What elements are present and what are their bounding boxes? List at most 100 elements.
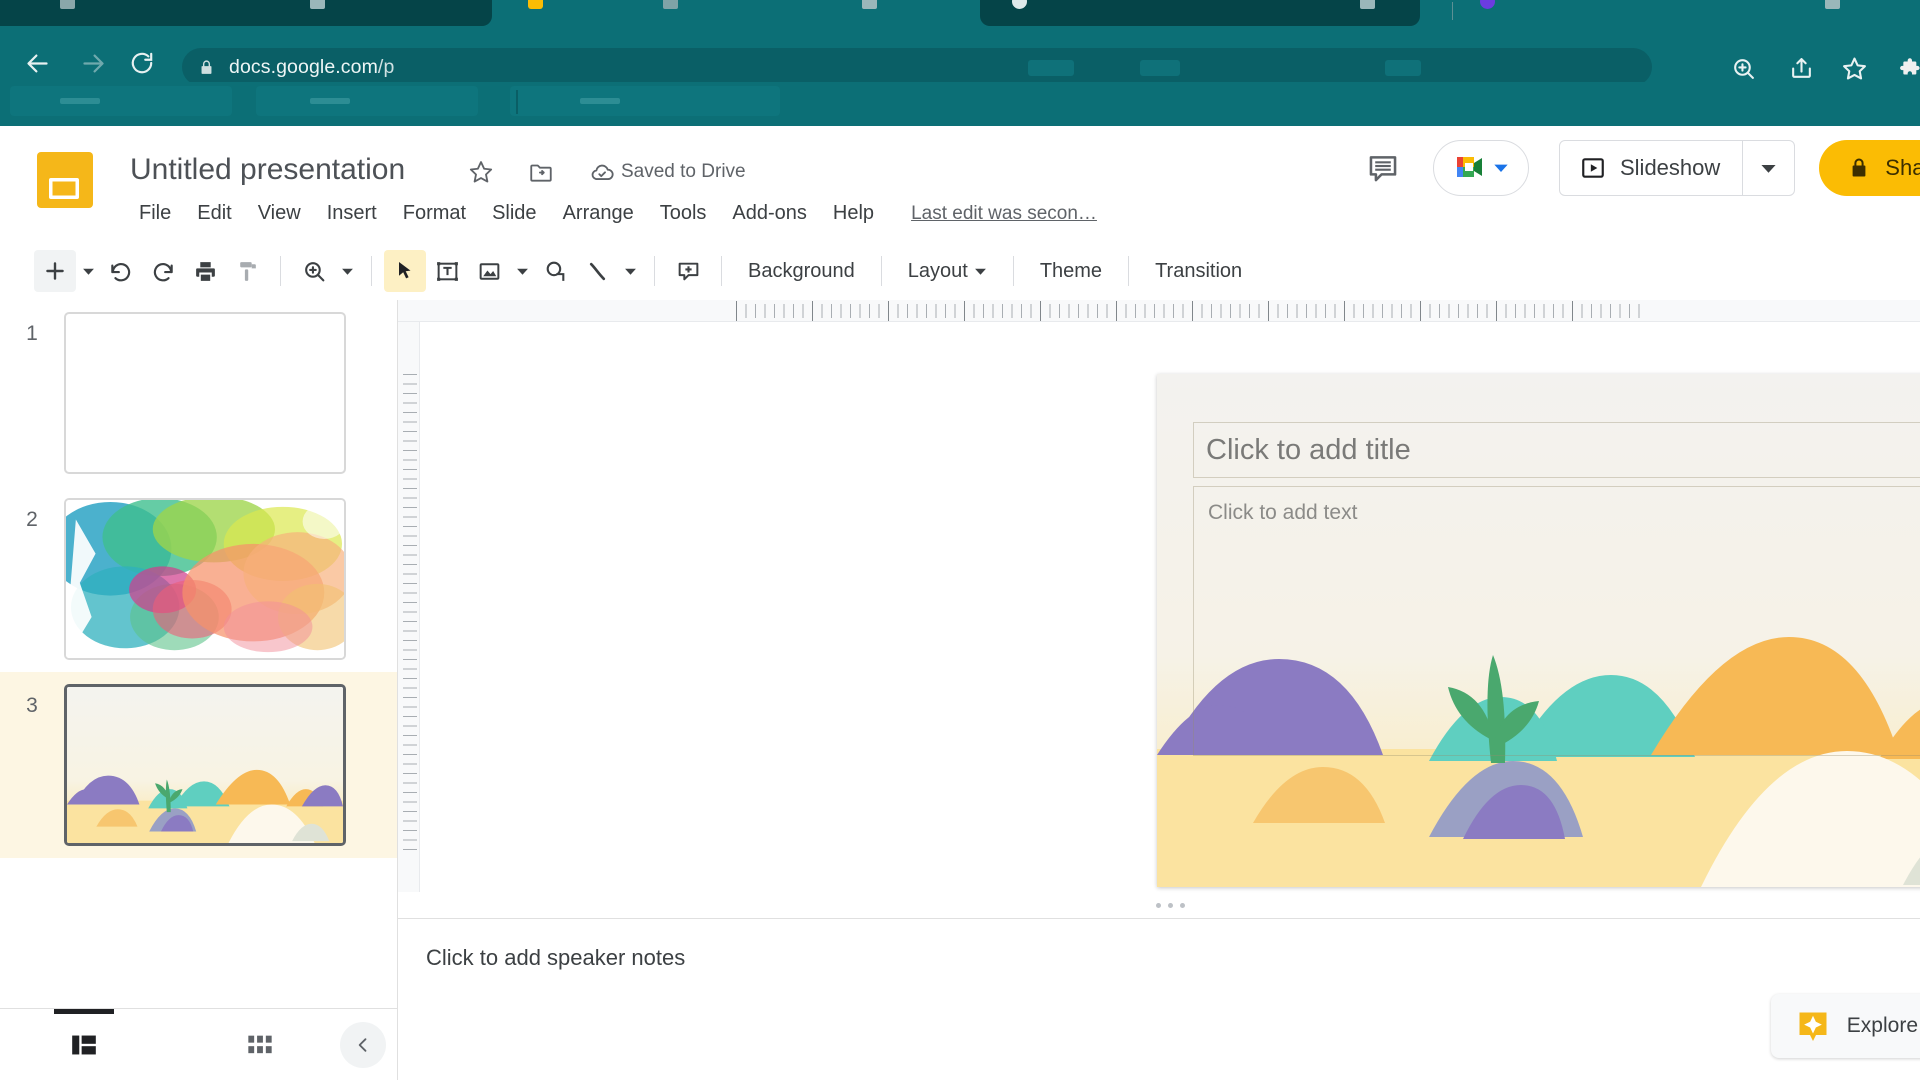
image-icon bbox=[479, 262, 499, 280]
active-slide-canvas[interactable]: Click to add title Click to add text bbox=[1157, 374, 1920, 887]
page-zoom-button[interactable] bbox=[1727, 52, 1759, 84]
paint-format-button[interactable] bbox=[226, 250, 268, 292]
add-comment-button[interactable] bbox=[667, 250, 709, 292]
line-button[interactable] bbox=[576, 250, 618, 292]
new-slide-button[interactable] bbox=[34, 250, 76, 292]
share-button[interactable]: Share bbox=[1819, 140, 1920, 196]
menu-slide[interactable]: Slide bbox=[479, 198, 549, 229]
filmstrip-slide-2[interactable]: 2 bbox=[0, 486, 397, 672]
new-slide-dropdown-button[interactable] bbox=[76, 250, 100, 292]
last-edit-link[interactable]: Last edit was secon… bbox=[911, 203, 1097, 225]
back-button[interactable] bbox=[22, 48, 52, 78]
print-button[interactable] bbox=[184, 250, 226, 292]
undo-button[interactable] bbox=[100, 250, 142, 292]
slide-thumbnail[interactable] bbox=[64, 312, 346, 474]
grid-view-button[interactable] bbox=[230, 1022, 290, 1068]
slide-number: 1 bbox=[26, 322, 38, 345]
filmstrip-slide-3[interactable]: 3 bbox=[0, 672, 397, 858]
shape-icon bbox=[546, 261, 564, 281]
redo-button[interactable] bbox=[142, 250, 184, 292]
explore-button[interactable]: Explore bbox=[1770, 994, 1920, 1058]
theme-button[interactable]: Theme bbox=[1026, 253, 1116, 290]
menu-file[interactable]: File bbox=[126, 198, 184, 229]
bookmark-item[interactable] bbox=[510, 86, 780, 116]
menu-arrange[interactable]: Arrange bbox=[550, 198, 647, 229]
add-comment-icon bbox=[678, 262, 698, 280]
comment-history-button[interactable] bbox=[1359, 144, 1407, 192]
tab-favicon bbox=[1360, 0, 1375, 9]
handle-dot bbox=[1155, 903, 1161, 908]
bookmark-label-blur bbox=[310, 98, 350, 104]
dunes-thumbnail-art bbox=[67, 687, 343, 843]
insert-image-dropdown-button[interactable] bbox=[510, 250, 534, 292]
google-meet-button[interactable] bbox=[1433, 140, 1529, 196]
move-to-folder-button[interactable] bbox=[528, 159, 554, 185]
explore-label: Explore bbox=[1846, 1014, 1918, 1037]
zoom-in-icon bbox=[1733, 58, 1754, 79]
title-placeholder[interactable]: Click to add title bbox=[1193, 422, 1920, 478]
transition-button[interactable]: Transition bbox=[1141, 253, 1256, 290]
slide-editing-stage[interactable]: Click to add title Click to add text bbox=[420, 322, 1920, 912]
extensions-button[interactable] bbox=[1896, 52, 1920, 84]
lock-icon bbox=[201, 59, 212, 74]
menu-tools[interactable]: Tools bbox=[647, 198, 720, 229]
document-title[interactable]: Untitled presentation bbox=[130, 153, 405, 187]
collapse-filmstrip-button[interactable] bbox=[340, 1021, 386, 1068]
bookmark-button[interactable] bbox=[1838, 52, 1870, 84]
google-slides-logo bbox=[37, 152, 93, 208]
body-placeholder[interactable]: Click to add text bbox=[1193, 486, 1920, 756]
menu-format[interactable]: Format bbox=[390, 198, 479, 229]
browser-tab[interactable] bbox=[980, 0, 1420, 26]
zoom-in-icon bbox=[304, 261, 324, 281]
filmstrip-slide-1[interactable]: 1 bbox=[0, 300, 397, 486]
menu-add-ons[interactable]: Add-ons bbox=[719, 198, 820, 229]
google-slides-app: Untitled presentation Saved to Drive Fil… bbox=[0, 126, 1920, 1080]
slide-thumbnail[interactable] bbox=[64, 498, 346, 660]
slideshow-button[interactable]: Slideshow bbox=[1560, 141, 1742, 195]
zoom-button[interactable] bbox=[293, 250, 335, 292]
horizontal-ruler[interactable] bbox=[398, 300, 1920, 322]
menu-insert[interactable]: Insert bbox=[314, 198, 390, 229]
bookmark-label-blur bbox=[580, 98, 620, 104]
redo-icon bbox=[153, 263, 173, 282]
forward-button[interactable] bbox=[78, 48, 108, 78]
insert-image-button[interactable] bbox=[468, 250, 510, 292]
arrow-left-icon bbox=[26, 54, 48, 72]
bookmark-item[interactable] bbox=[10, 86, 232, 116]
play-box-icon bbox=[1582, 158, 1604, 178]
line-dropdown-button[interactable] bbox=[618, 250, 642, 292]
star-button[interactable] bbox=[468, 159, 494, 185]
bookmark-item[interactable] bbox=[256, 86, 478, 116]
line-icon bbox=[589, 262, 605, 280]
share-icon bbox=[1791, 57, 1811, 78]
menu-edit[interactable]: Edit bbox=[184, 198, 244, 229]
slide-thumbnail-selected[interactable] bbox=[64, 684, 346, 846]
share-page-button[interactable] bbox=[1785, 52, 1817, 84]
shape-button[interactable] bbox=[534, 250, 576, 292]
notes-resize-handle[interactable] bbox=[420, 903, 1920, 908]
tab-favicon bbox=[528, 0, 543, 9]
layout-label: Layout bbox=[907, 259, 968, 282]
background-button[interactable]: Background bbox=[734, 253, 869, 290]
speaker-notes-panel[interactable]: Click to add speaker notes Explore bbox=[398, 918, 1920, 1080]
tab-favicon bbox=[1480, 0, 1495, 9]
menu-view[interactable]: View bbox=[245, 198, 314, 229]
text-box-button[interactable] bbox=[426, 250, 468, 292]
slideshow-button-group: Slideshow bbox=[1559, 140, 1796, 196]
saved-cloud-icon-button[interactable] bbox=[589, 159, 615, 185]
reload-icon bbox=[131, 52, 153, 74]
vertical-ruler[interactable] bbox=[398, 322, 420, 892]
caret-down-icon bbox=[1494, 164, 1508, 172]
filmstrip-view-button[interactable] bbox=[54, 1008, 114, 1068]
reload-button[interactable] bbox=[127, 48, 157, 78]
watercolor-thumbnail-art bbox=[66, 500, 344, 658]
zoom-dropdown-button[interactable] bbox=[335, 250, 359, 292]
menu-help[interactable]: Help bbox=[820, 198, 887, 229]
slideshow-dropdown-button[interactable] bbox=[1742, 141, 1794, 195]
layout-button[interactable]: Layout bbox=[894, 253, 1001, 290]
address-bar[interactable]: docs.google.com/p bbox=[182, 48, 1652, 86]
ruler-major-ticks bbox=[736, 301, 1648, 321]
select-tool-button[interactable] bbox=[384, 250, 426, 292]
saved-status-label: Saved to Drive bbox=[621, 161, 746, 182]
google-meet-icon bbox=[1457, 157, 1482, 177]
